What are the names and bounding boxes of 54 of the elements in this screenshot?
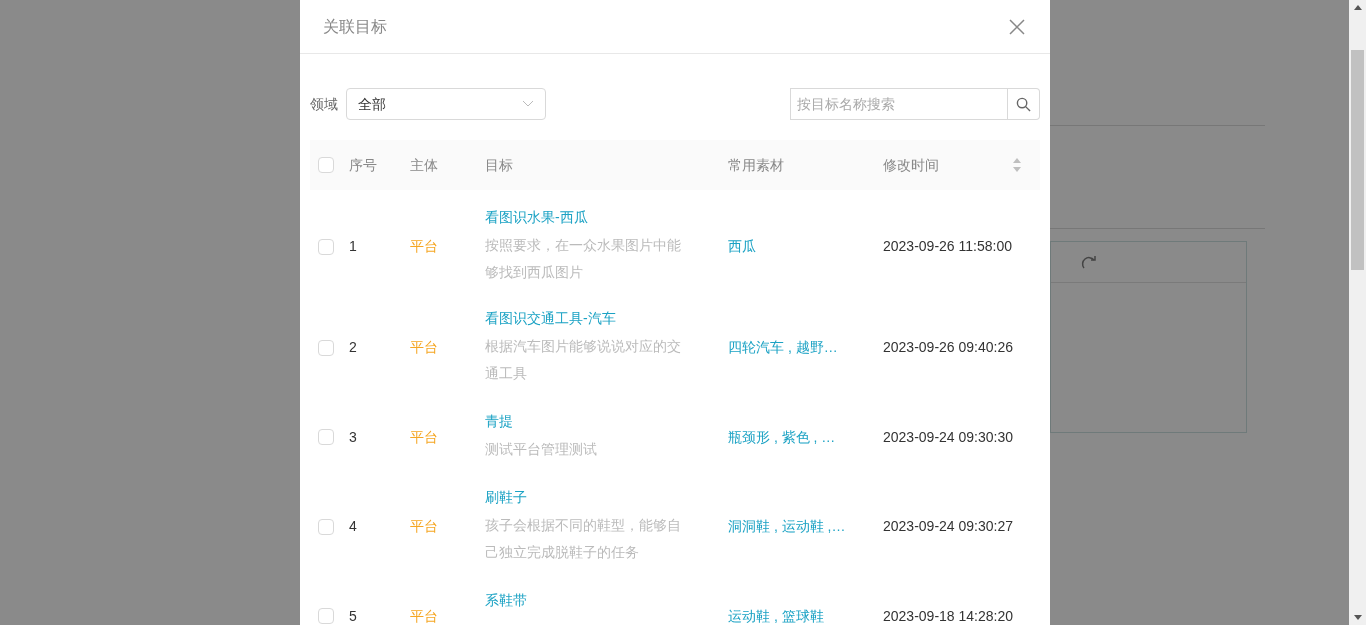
column-header: 常用素材 (728, 155, 785, 175)
modified-time: 2023-09-26 11:58:00 (883, 237, 1012, 256)
checkbox[interactable] (318, 157, 334, 173)
filter-label: 领域 (310, 94, 338, 114)
scroll-up-icon[interactable] (1353, 5, 1362, 10)
checkbox[interactable] (318, 339, 334, 356)
dialog-title: 关联目标 (323, 16, 387, 37)
modified-time: 2023-09-18 14:28:20 (883, 606, 1013, 625)
material-tags: 运动鞋 , 篮球鞋 (728, 605, 883, 625)
goal-description: 孩子会根据不同的鞋型，能够自己独立完成脱鞋子的任务 (485, 516, 682, 562)
material-tags: 瓶颈形 , 紫色 , … (728, 426, 883, 448)
goal-name[interactable]: 看图识水果-西瓜 (485, 207, 728, 228)
owner-label: 平台 (410, 237, 439, 256)
sort-icon[interactable] (1013, 158, 1021, 172)
checkbox[interactable] (318, 608, 334, 624)
scroll-down-icon[interactable] (1353, 615, 1362, 620)
close-icon[interactable] (1007, 16, 1027, 37)
checkbox[interactable] (318, 429, 334, 445)
row-number: 2 (349, 338, 358, 357)
material-tags: 西瓜 (728, 236, 883, 257)
column-header: 主体 (410, 155, 439, 175)
column-header[interactable]: 修改时间 (883, 154, 1013, 176)
scrollbar[interactable] (1349, 0, 1366, 625)
owner-label: 平台 (410, 606, 439, 625)
goal-name[interactable]: 刷鞋子 (485, 487, 728, 508)
modified-time: 2023-09-26 09:40:26 (883, 338, 1013, 357)
owner-label: 平台 (410, 338, 439, 357)
goal-name[interactable]: 青提 (485, 411, 728, 432)
search-icon (1016, 96, 1031, 112)
chevron-icon (522, 100, 534, 108)
row-number: 4 (349, 517, 358, 536)
row-number: 3 (349, 427, 358, 447)
column-header: 序号 (349, 155, 378, 175)
search-field[interactable]: 按目标名称搜索 (790, 88, 1008, 120)
goal-name[interactable]: 系鞋带 (485, 590, 728, 611)
scrollbar-thumb[interactable] (1351, 50, 1364, 270)
redo-icon[interactable] (1081, 255, 1097, 269)
column-header: 目标 (485, 155, 514, 175)
goal-description: 根据汽车图片能够说说对应的交通工具 (485, 337, 682, 383)
checkbox[interactable] (318, 518, 334, 535)
owner-label: 平台 (410, 427, 439, 447)
row-number: 5 (349, 606, 358, 625)
goal-description: 测试平台管理测试 (485, 440, 598, 459)
checkbox[interactable] (318, 238, 334, 255)
material-tags: 四轮汽车 , 越野… (728, 337, 883, 358)
domain-select[interactable]: 全部 (346, 88, 546, 120)
row-number: 1 (349, 237, 358, 256)
search-button[interactable] (1008, 88, 1040, 120)
material-tags: 洞洞鞋 , 运动鞋 ,… (728, 516, 883, 537)
goal-description: 按照要求，在一众水果图片中能够找到西瓜图片 (485, 236, 682, 282)
goal-name[interactable]: 看图识交通工具-汽车 (485, 308, 728, 329)
modified-time: 2023-09-24 09:30:27 (883, 517, 1013, 536)
owner-label: 平台 (410, 517, 439, 536)
modified-time: 2023-09-24 09:30:30 (883, 427, 1013, 447)
